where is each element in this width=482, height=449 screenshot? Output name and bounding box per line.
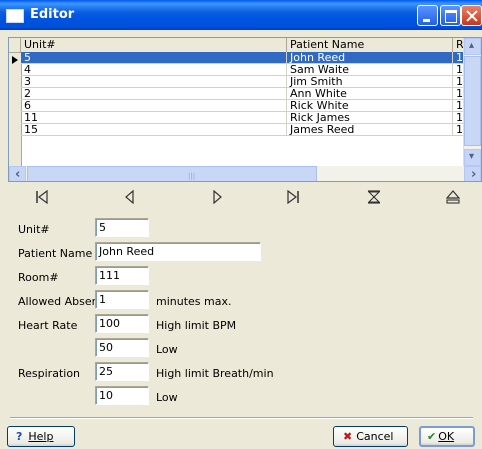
cell-unit[interactable]: 2 [21,88,287,100]
window-title: Editor [30,7,75,22]
cell-unit[interactable]: 11 [21,112,287,124]
allowed-absence-label: Allowed Absens [18,295,96,308]
cell-patient-name[interactable]: Rick White [287,100,453,112]
ok-label: OK [438,430,455,443]
allowed-absence-value: 1 [99,293,106,306]
respiration-low-field[interactable]: 10 [95,386,149,405]
heart-rate-low-label: Low [156,343,178,356]
table-row[interactable]: 6 Rick White 115 [21,100,474,112]
vertical-scrollbar[interactable] [463,38,481,166]
allowed-absence-unit: minutes max. [156,295,232,308]
current-row-indicator-icon [12,56,18,64]
cancel-label: Cancel [356,430,394,443]
column-header-patient-name[interactable]: Patient Name [287,38,453,52]
cell-patient-name[interactable]: Ann White [287,88,453,100]
help-label: Help [28,430,54,443]
last-record-button[interactable] [273,186,313,208]
help-icon: ? [16,430,23,443]
unit-field[interactable]: 5 [95,218,149,237]
db-navigator [8,186,482,208]
column-header-unit[interactable]: Unit# [21,38,287,52]
scroll-up-button[interactable] [464,38,481,55]
scroll-grip-icon: ||| [188,172,196,180]
first-icon [36,189,48,205]
patient-name-label: Patient Name [18,247,93,260]
cell-unit[interactable]: 15 [21,124,287,136]
room-field[interactable]: 111 [95,266,149,285]
table-row[interactable]: 4 Sam Waite 112 [21,64,474,76]
post-record-button[interactable] [354,186,394,208]
title-bar[interactable]: Editor [0,0,482,30]
respiration-label: Respiration [18,367,81,380]
cell-patient-name[interactable]: James Reed [287,124,453,136]
cancel-icon: ✖ [343,430,353,443]
cell-unit[interactable]: 5 [21,52,287,64]
scroll-left-button[interactable] [9,166,26,181]
next-icon [213,189,222,205]
heart-rate-high-field[interactable]: 100 [95,314,149,333]
heart-rate-high-unit: High limit BPM [156,319,237,332]
heart-rate-high-value: 100 [99,317,120,330]
prior-record-button[interactable] [110,186,150,208]
room-label: Room# [18,271,59,284]
cell-unit[interactable]: 4 [21,64,287,76]
cell-patient-name[interactable]: Sam Waite [287,64,453,76]
patient-name-value: John Reed [99,245,155,258]
minimize-button[interactable] [417,5,438,26]
heart-rate-low-field[interactable]: 50 [95,338,149,357]
respiration-high-value: 25 [99,365,113,378]
cancel-button[interactable]: ✖ Cancel [333,426,408,447]
respiration-low-label: Low [156,391,178,404]
allowed-absence-field[interactable]: 1 [95,290,149,309]
button-separator [10,417,473,419]
cell-unit[interactable]: 3 [21,76,287,88]
header-corner [9,38,21,52]
scroll-down-button[interactable] [464,149,481,166]
table-row[interactable]: 11 Rick James 116 [21,112,474,124]
table-row[interactable]: 15 James Reed 117 [21,124,474,136]
heart-rate-label: Heart Rate [18,319,78,332]
table-row[interactable]: 2 Ann White 114 [21,88,474,100]
maximize-button[interactable] [440,5,461,26]
vertical-scroll-thumb[interactable] [464,56,481,146]
delete-icon [445,190,461,204]
cell-patient-name[interactable]: John Reed [287,52,453,64]
close-button[interactable] [461,5,482,26]
horizontal-scroll-thumb[interactable]: ||| [27,166,317,181]
unit-label: Unit# [18,223,50,236]
first-record-button[interactable] [22,186,62,208]
next-record-button[interactable] [197,186,237,208]
heart-rate-low-value: 50 [99,341,113,354]
room-value: 111 [99,269,120,282]
post-icon [367,190,381,204]
delete-record-button[interactable] [433,186,473,208]
patient-grid[interactable]: Unit# Patient Name Roo 5 John Reed 111 4… [8,37,482,182]
respiration-high-unit: High limit Breath/min [156,367,274,380]
scroll-right-button[interactable] [464,166,481,181]
horizontal-scrollbar[interactable]: ||| [9,166,481,181]
last-icon [287,189,299,205]
respiration-high-field[interactable]: 25 [95,362,149,381]
cell-patient-name[interactable]: Jim Smith [287,76,453,88]
cell-unit[interactable]: 6 [21,100,287,112]
ok-button[interactable]: ✔ OK [419,426,475,447]
prior-icon [125,189,134,205]
unit-value: 5 [99,221,106,234]
table-row[interactable]: 5 John Reed 111 [21,52,474,64]
patient-name-field[interactable]: John Reed [95,242,261,261]
table-row[interactable]: 3 Jim Smith 113 [21,76,474,88]
respiration-low-value: 10 [99,389,113,402]
help-button[interactable]: ? Help [7,426,75,447]
app-icon [6,9,24,23]
cell-patient-name[interactable]: Rick James [287,112,453,124]
grid-header: Unit# Patient Name Roo [9,38,481,53]
ok-icon: ✔ [427,430,437,443]
